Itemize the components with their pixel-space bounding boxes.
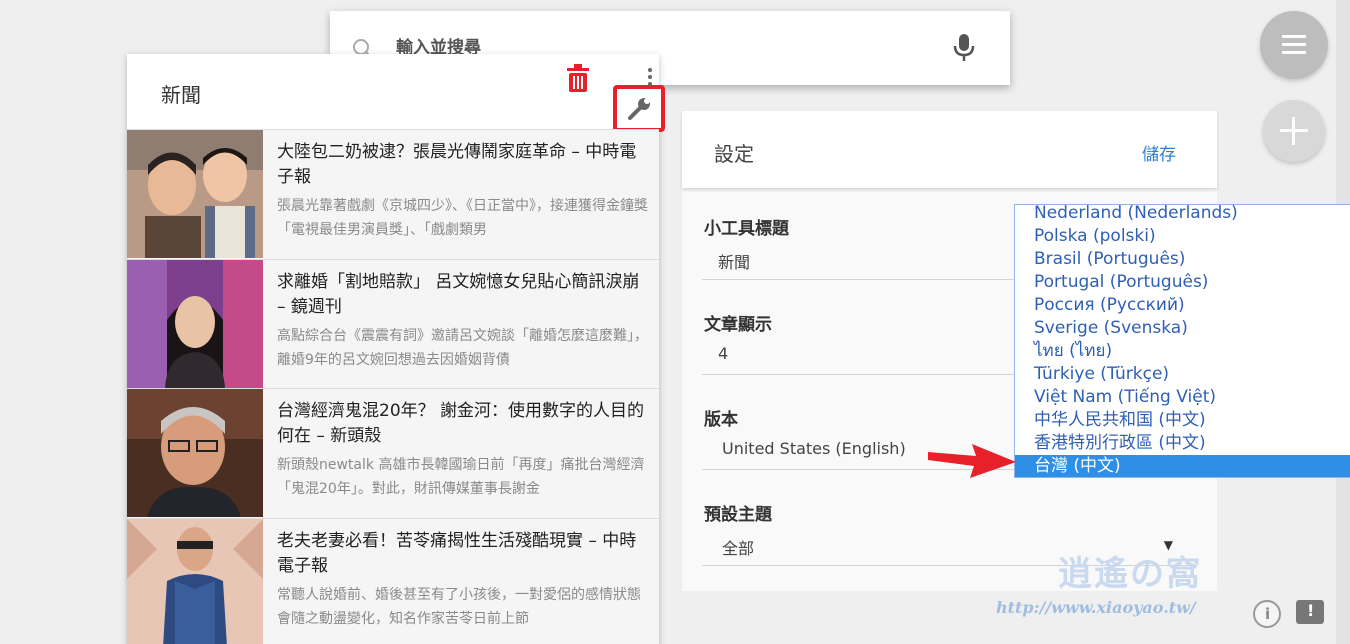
news-snippet: 新頭殼newtalk 高雄市長韓國瑜日前「再度」痛批台灣經濟「鬼混20年」。對此… — [277, 457, 645, 497]
info-button[interactable]: i — [1253, 600, 1281, 628]
topic-label: 預設主題 — [704, 505, 772, 525]
news-item[interactable]: 老夫老妻必看！苦苓痛揭性生活殘酷現實 – 中時電子報 常聽人說婚前、婚後甚至有了… — [127, 517, 659, 644]
more-icon[interactable] — [648, 68, 652, 86]
edition-option[interactable]: 中华人民共和国 (中文) — [1015, 409, 1350, 432]
news-snippet: 高點綜合台《震震有詞》邀請呂文婉談「離婚怎麼這麼難」，離婚9年的呂文婉回想過去因… — [277, 327, 648, 368]
news-snippet: 常聽人說婚前、婚後甚至有了小孩後，一對愛侶的感情狀態會隨之動盪變化，知名作家苦苓… — [277, 586, 641, 627]
menu-icon — [1282, 35, 1306, 38]
edition-label: 版本 — [704, 410, 738, 430]
edition-option[interactable]: Türkiye (Türkçe) — [1015, 363, 1350, 386]
mic-icon[interactable] — [950, 33, 978, 63]
red-arrow-annotation — [928, 444, 1016, 478]
edition-option[interactable]: Nederland (Nederlands) — [1015, 205, 1350, 225]
edition-option[interactable]: Việt Nam (Tiếng Việt) — [1015, 386, 1350, 409]
settings-title: 設定 — [714, 142, 754, 166]
news-headline[interactable]: 老夫老妻必看！苦苓痛揭性生活殘酷現實 – 中時電子報 — [277, 529, 649, 579]
watermark-logo: 逍遙の窩 — [1058, 554, 1202, 594]
save-button[interactable]: 儲存 — [1142, 140, 1176, 165]
edition-option[interactable]: Россия (Русский) — [1015, 294, 1350, 317]
wrench-icon — [628, 98, 650, 120]
news-list: 大陸包二奶被逮？張晨光傳鬧家庭革命 – 中時電子報 張晨光靠著戲劇《京城四少》、… — [127, 129, 659, 644]
edition-option[interactable]: Polska (polski) — [1015, 225, 1350, 248]
feedback-icon: ! — [1307, 601, 1315, 620]
settings-wrench-button[interactable] — [613, 85, 665, 132]
edition-option[interactable]: Portugal (Português) — [1015, 271, 1350, 294]
news-thumbnail[interactable] — [127, 130, 263, 258]
articles-label: 文章顯示 — [704, 315, 772, 335]
news-item[interactable]: 台灣經濟鬼混20年？ 謝金河：使用數字的人目的何在 – 新頭殼 新頭殼newta… — [127, 388, 659, 518]
feedback-button[interactable]: ! — [1296, 600, 1324, 624]
edition-dropdown[interactable]: Nederland (Nederlands) Polska (polski) B… — [1014, 204, 1350, 478]
news-snippet: 張晨光靠著戲劇《京城四少》、《日正當中》，接連獲得金鐘獎「電視最佳男演員獎」、「… — [277, 198, 648, 238]
news-thumbnail[interactable] — [127, 389, 263, 517]
edition-option[interactable]: 香港特別行政區 (中文) — [1015, 432, 1350, 455]
settings-header: 設定 儲存 — [682, 111, 1217, 188]
edition-option[interactable]: Brasil (Português) — [1015, 248, 1350, 271]
topic-value: 全部 — [722, 539, 755, 558]
news-widget: 新聞 大陸包二奶被逮？張晨光傳鬧家庭革命 – 中時電子報 張晨光靠著戲劇《京城四… — [127, 54, 665, 644]
news-item[interactable]: 大陸包二奶被逮？張晨光傳鬧家庭革命 – 中時電子報 張晨光靠著戲劇《京城四少》、… — [127, 129, 659, 259]
news-widget-title: 新聞 — [161, 83, 201, 107]
widget-title-label: 小工具標題 — [704, 219, 789, 239]
news-item[interactable]: 求離婚「割地賠款」 呂文婉憶女兒貼心簡訊淚崩 – 鏡週刊 高點綜合台《震震有詞》… — [127, 258, 659, 388]
add-widget-button[interactable] — [1263, 100, 1325, 162]
edition-option[interactable]: Sverige (Svenska) — [1015, 317, 1350, 340]
info-icon: i — [1265, 605, 1271, 623]
watermark-url: http://www.xiaoyao.tw/ — [996, 598, 1196, 617]
edition-option[interactable]: ไทย (ไทย) — [1015, 340, 1350, 363]
news-headline[interactable]: 大陸包二奶被逮？張晨光傳鬧家庭革命 – 中時電子報 — [277, 140, 649, 190]
trash-icon[interactable] — [567, 64, 589, 92]
news-thumbnail[interactable] — [127, 518, 263, 644]
menu-button[interactable] — [1260, 11, 1328, 79]
news-widget-header: 新聞 — [127, 54, 665, 132]
news-thumbnail[interactable] — [127, 259, 263, 388]
edition-option-selected[interactable]: 台灣 (中文) — [1015, 455, 1350, 477]
news-headline[interactable]: 台灣經濟鬼混20年？ 謝金河：使用數字的人目的何在 – 新頭殼 — [277, 399, 649, 449]
news-headline[interactable]: 求離婚「割地賠款」 呂文婉憶女兒貼心簡訊淚崩 – 鏡週刊 — [277, 270, 649, 320]
